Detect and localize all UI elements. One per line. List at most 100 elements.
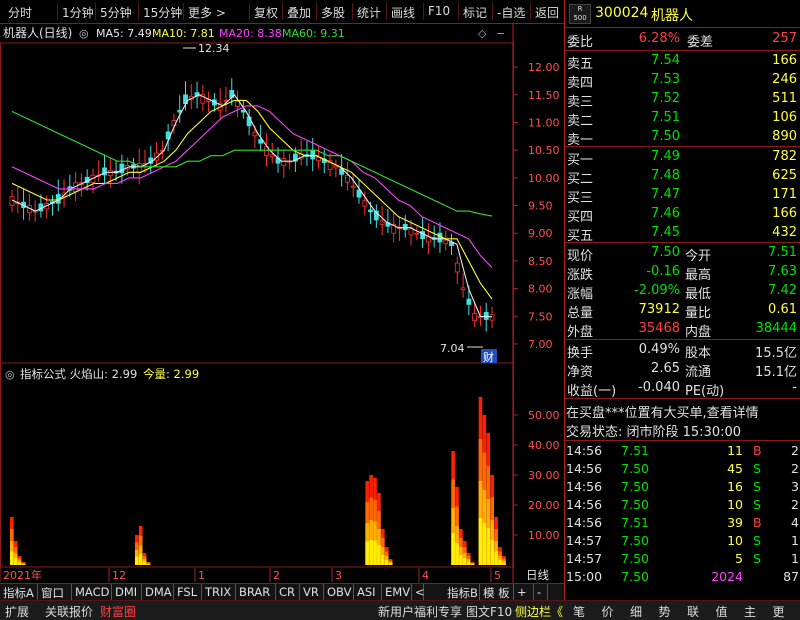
indicator-tab-8[interactable]: CR — [276, 584, 300, 601]
tick-time: 14:56 — [566, 479, 603, 494]
bottom-right-3[interactable]: 势 — [659, 603, 671, 620]
stock-name: 机器人 — [651, 8, 693, 24]
toolbar-btn-12[interactable]: -自选 — [497, 4, 525, 21]
event-badge: 财 — [483, 350, 494, 364]
indicator-tab-14[interactable]: 指标B — [444, 584, 480, 601]
stat-label: 涨跌 — [567, 268, 594, 283]
indicator-tab-3[interactable]: DMI — [112, 584, 142, 601]
indicator-tab-7[interactable]: BRAR — [236, 584, 276, 601]
toolbar-btn-0[interactable]: 分时 — [8, 4, 32, 21]
high-marker: 12.34 — [198, 42, 230, 55]
indicator-tab-10[interactable]: OBV — [324, 584, 354, 601]
stat-row: 总量 73912 量比 0.61 — [565, 301, 800, 321]
bottom-right-0[interactable]: 笔 — [573, 603, 585, 620]
toolbar-btn-13[interactable]: 返回 — [535, 4, 559, 21]
bottom-mid-1[interactable]: 图文F10 — [466, 603, 512, 620]
toolbar-btn-2[interactable]: 5分钟 — [100, 4, 132, 21]
flame-bar — [10, 551, 14, 565]
bottom-right-6[interactable]: 主 — [744, 603, 756, 620]
indicator-tab-1[interactable]: 窗口 — [38, 584, 72, 601]
ask-vol: 890 — [772, 129, 797, 144]
toolbar-btn-10[interactable]: F10 — [428, 4, 450, 18]
toolbar-btn-11[interactable]: 标记 — [463, 4, 487, 21]
tick-vol: 11 — [727, 443, 743, 458]
stat-label: 量比 — [685, 306, 712, 321]
stat-value: 73912 — [638, 302, 680, 317]
news-row[interactable]: 在买盘***位置有大买单,查看详情 — [565, 401, 800, 421]
stat-label: 外盘 — [567, 325, 594, 340]
stat2-value: 2.65 — [651, 361, 680, 376]
price-frame — [0, 42, 514, 364]
chart-title: 机器人(日线) — [3, 26, 72, 40]
tick-row: 14:57 7.50 10 S 1 — [565, 532, 800, 551]
toolbar-btn-3[interactable]: 15分钟 — [143, 4, 182, 21]
indicator-tab-2[interactable]: MACD — [72, 584, 112, 601]
bottom-left-1[interactable]: 关联报价 — [45, 603, 93, 620]
ask-vol: 511 — [772, 91, 797, 106]
bottom-right-2[interactable]: 细 — [630, 603, 642, 620]
toolbar-btn-6[interactable]: 叠加 — [287, 4, 311, 21]
bottom-right-5[interactable]: 值 — [716, 603, 728, 620]
price-tick-label: 11.00 — [528, 117, 560, 130]
candle-body — [460, 287, 466, 291]
indicator-tab-16[interactable]: + — [514, 584, 534, 601]
sep — [565, 398, 800, 399]
bottom-mid-2[interactable]: 侧边栏《 — [515, 603, 563, 620]
toolbar-btn-1[interactable]: 1分钟 — [62, 4, 94, 21]
bottom-left-2[interactable]: 财富圈 — [100, 603, 136, 620]
indicator-tab-9[interactable]: VR — [300, 584, 324, 601]
ask-row: 卖一 7.50 890 — [565, 128, 800, 148]
ask-label: 卖三 — [567, 95, 594, 110]
candle-body — [107, 169, 113, 177]
stat2-label: 换手 — [567, 346, 594, 361]
bottom-left-0[interactable]: 扩展 — [5, 603, 29, 620]
toolbar-sep — [249, 3, 250, 20]
tick-price: 7.51 — [621, 443, 649, 458]
bottom-right-7[interactable]: 更 — [773, 603, 785, 620]
stat-value: 0.61 — [768, 302, 797, 317]
toolbar-btn-5[interactable]: 复权 — [254, 4, 278, 21]
bid-vol: 432 — [772, 225, 797, 240]
price-tick-label: 12.00 — [528, 61, 560, 74]
indicator-tab-11[interactable]: ASI — [354, 584, 382, 601]
toolbar-btn-8[interactable]: 统计 — [357, 4, 381, 21]
tick-count: 1 — [791, 533, 799, 548]
indicator-tab-17[interactable]: - — [534, 584, 548, 601]
indicator-tab-0[interactable]: 指标A — [0, 584, 38, 601]
bid-vol: 166 — [772, 206, 797, 221]
toolbar-sep — [386, 3, 387, 20]
tick-count: 1 — [791, 551, 799, 566]
tick-vol: 10 — [727, 497, 743, 512]
tick-time: 14:56 — [566, 515, 603, 530]
toolbar-btn-7[interactable]: 多股 — [321, 4, 345, 21]
bottom-right-1[interactable]: 价 — [602, 603, 614, 620]
toolbar-btn-4[interactable]: 更多 > — [188, 4, 226, 21]
stat-value: 7.63 — [768, 264, 797, 279]
kline-chart[interactable]: 机器人(日线) ◎ MA5: 7.49 MA10: 7.81 MA20: 8.38 MA6… — [0, 24, 564, 590]
status-row: 交易状态: 闭市阶段 15:30:00 — [565, 420, 800, 440]
indicator-tab-15[interactable]: 模 板 — [480, 584, 514, 601]
stat2-label: PE(动) — [685, 384, 725, 399]
indicator-tab-5[interactable]: FSL — [174, 584, 202, 601]
tick-flag: B — [753, 515, 762, 530]
flame-bar — [490, 539, 494, 565]
bottom-mid-0[interactable]: 新用户福利专享 — [378, 603, 462, 620]
toolbar-btn-9[interactable]: 画线 — [391, 4, 415, 21]
indicator-tab-13[interactable]: < — [412, 584, 425, 601]
toolbar: 分时 1分钟 5分钟 15分钟 更多 > 复权 叠加 多股 统计 画线 F10 标记 -自选 返回 — [0, 0, 564, 24]
flame-bar — [369, 539, 373, 565]
tick-flag: S — [753, 533, 761, 548]
indicator-tab-4[interactable]: DMA — [142, 584, 174, 601]
toolbar-sep — [183, 3, 184, 20]
tick-price: 7.50 — [621, 533, 649, 548]
bottom-right-4[interactable]: 联 — [687, 603, 699, 620]
tick-flag: S — [753, 461, 761, 476]
ma-label-1: MA10: 7.81 — [152, 27, 215, 40]
ask-label: 卖二 — [567, 114, 594, 129]
quote-panel: R 500 300024 机器人 委比 6.28% 委差 257 卖五 7.54 166 卖四 7.53… — [565, 0, 800, 600]
indicator-tab-6[interactable]: TRIX — [202, 584, 236, 601]
flame-bar — [365, 541, 370, 565]
weibi-label: 委比 — [567, 35, 594, 50]
flame-bar — [502, 562, 506, 565]
indicator-tab-12[interactable]: EMV — [382, 584, 412, 601]
